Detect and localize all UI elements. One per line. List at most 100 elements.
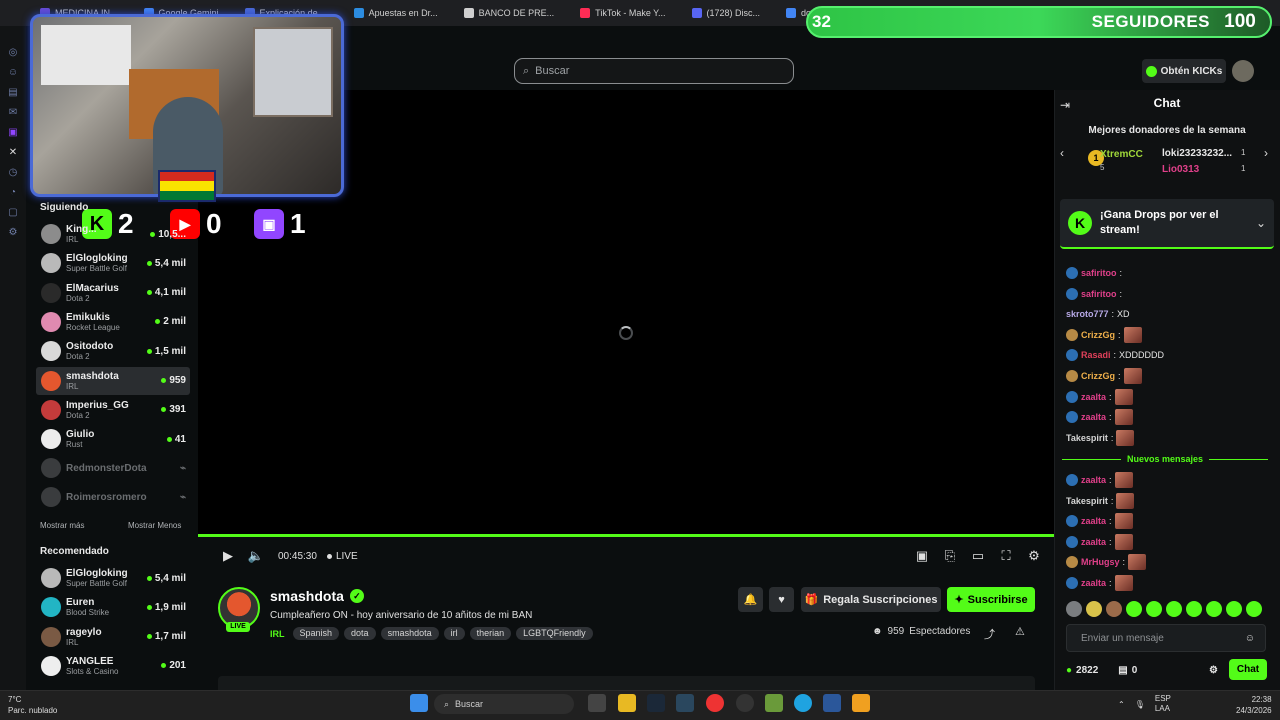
emote-icon[interactable] [1086, 601, 1102, 617]
avatar[interactable] [1232, 60, 1254, 82]
volume-icon[interactable]: 🔈 [242, 548, 270, 564]
chat-username[interactable]: Takespirit [1066, 496, 1108, 506]
settings-icon[interactable]: ⚙ [6, 226, 20, 240]
obs-icon[interactable] [736, 694, 754, 712]
language-indicator[interactable]: ESP LAA [1155, 694, 1171, 714]
game-icon[interactable] [765, 694, 783, 712]
chat-username[interactable]: zaalta [1081, 475, 1106, 485]
follow-heart-button[interactable]: ♥ [769, 587, 794, 612]
sidebar-channel-offline[interactable]: RedmonsterDota ⌁ [36, 454, 190, 482]
chat-message-input[interactable]: Enviar un mensaje ☺ [1066, 624, 1266, 652]
emote-icon[interactable] [1106, 601, 1122, 617]
chat-username[interactable]: zaalta [1081, 516, 1106, 526]
video-progress-bar[interactable] [198, 534, 1054, 537]
taskbar-clock[interactable]: 22:38 24/3/2026 [1236, 694, 1272, 716]
settings-gear-icon[interactable]: ⚙ [1020, 548, 1048, 564]
chat-message[interactable]: zaalta: [1066, 388, 1133, 405]
chat-username[interactable]: safiritoo [1081, 289, 1117, 299]
chat-settings-icon[interactable]: ⚙ [1209, 665, 1218, 676]
sidebar-channel-item[interactable]: King... IRL 10,5... [36, 220, 190, 248]
chat-username[interactable]: CrizzGg [1081, 330, 1115, 340]
show-less-link[interactable]: Mostrar Menos [128, 521, 181, 530]
browser-tab[interactable]: (1728) Disc... [682, 2, 771, 24]
emote-icon[interactable] [1246, 601, 1262, 617]
chevron-down-icon[interactable]: ⌄ [1256, 216, 1266, 230]
emote-icon[interactable] [1186, 601, 1202, 617]
stream-tag[interactable]: Spanish [292, 627, 340, 640]
drops-banner[interactable]: K ¡Gana Drops por ver el stream! ⌄ [1060, 199, 1274, 249]
chat-message[interactable]: skroto777: XD [1066, 306, 1130, 322]
chevron-up-icon[interactable]: ⌃ [1118, 700, 1125, 709]
notifications-bell-button[interactable]: 🔔 [738, 587, 763, 612]
chat-message[interactable]: Takespirit: [1066, 429, 1135, 446]
emote-icon[interactable] [1166, 601, 1182, 617]
chat-username[interactable]: Takespirit [1066, 433, 1108, 443]
chat-username[interactable]: zaalta [1081, 412, 1106, 422]
steam-icon[interactable] [647, 694, 665, 712]
emote-icon[interactable] [1146, 601, 1162, 617]
chat-username[interactable]: zaalta [1081, 392, 1106, 402]
stream-tag[interactable]: therian [469, 627, 512, 640]
search-input[interactable]: ⌕ Buscar [514, 58, 794, 84]
taskbar-search[interactable]: ⌕ Buscar [434, 694, 574, 714]
browser-tab[interactable]: Apuestas en Dr... [344, 2, 448, 24]
chat-username[interactable]: zaalta [1081, 537, 1106, 547]
send-chat-button[interactable]: Chat [1229, 659, 1267, 680]
chat-username[interactable]: MrHugsy [1081, 557, 1120, 567]
chat-username[interactable]: skroto777 [1066, 309, 1109, 319]
windows-start-icon[interactable] [410, 694, 428, 712]
report-icon[interactable]: ⚠ [1015, 625, 1025, 638]
gift-subs-button[interactable]: 🎁 Regala Suscripciones [801, 587, 941, 612]
get-kicks-button[interactable]: Obtén KICKs [1142, 59, 1226, 83]
subscribe-button[interactable]: ✦ Suscribirse [947, 587, 1035, 612]
chevron-right-icon[interactable]: › [1264, 146, 1268, 160]
sidebar-channel-item[interactable]: smashdota IRL 959 [36, 366, 190, 395]
chat-message[interactable]: zaalta: [1066, 472, 1133, 488]
miniplayer-icon[interactable]: ▣ [908, 548, 936, 564]
opera-icon[interactable] [706, 694, 724, 712]
channel-points[interactable]: 2822 [1076, 665, 1098, 676]
stream-tag[interactable]: LGBTQFriendly [516, 627, 593, 640]
sidebar-channel-offline[interactable]: Roimerosromero ⌁ [36, 483, 190, 511]
mail-icon[interactable]: ✉ [6, 106, 20, 120]
browser-tab[interactable]: TikTok - Make Y... [570, 2, 675, 24]
emoji-icon[interactable]: ☺ [1245, 633, 1255, 644]
sidebar-channel-item[interactable]: Ositodoto Dota 2 1,5 mil [36, 337, 190, 365]
chat-message[interactable]: Takespirit: [1066, 492, 1135, 509]
stream-tag[interactable]: dota [344, 627, 376, 640]
sidebar-channel-item[interactable]: rageylo IRL 1,7 mil [36, 623, 190, 651]
chat-message[interactable]: safiritoo: [1066, 286, 1122, 302]
file-explorer-icon[interactable] [618, 694, 636, 712]
emote-icon[interactable] [1066, 601, 1082, 617]
chat-message[interactable]: zaalta: [1066, 575, 1133, 591]
sidebar-channel-item[interactable]: YANGLEE Slots & Casino 201 [36, 652, 190, 680]
x-icon[interactable]: ✕ [6, 146, 20, 160]
emote-icon[interactable] [1206, 601, 1222, 617]
chat-message[interactable]: MrHugsy: [1066, 554, 1147, 571]
sidebar-channel-item[interactable]: ElGlogloking Super Battle Golf 5,4 mil [36, 249, 190, 277]
stream-tag[interactable]: smashdota [380, 627, 439, 640]
word-icon[interactable] [823, 694, 841, 712]
sidebar-channel-item[interactable]: ElMacarius Dota 2 4,1 mil [36, 279, 190, 307]
theater-icon[interactable]: ▭ [964, 548, 992, 564]
chat-message[interactable]: zaalta: [1066, 513, 1133, 530]
twitch-icon[interactable]: ▣ [6, 126, 20, 140]
store-icon[interactable]: ▤ [1118, 665, 1127, 676]
sidebar-channel-item[interactable]: ElGlogloking Super Battle Golf 5,4 mil [36, 564, 190, 592]
task-view-icon[interactable] [588, 694, 606, 712]
chat-username[interactable]: CrizzGg [1081, 371, 1115, 381]
chat-message[interactable]: zaalta: [1066, 409, 1133, 426]
box-icon[interactable]: ▢ [6, 206, 20, 220]
sidebar-channel-item[interactable]: Emikukis Rocket League 2 mil [36, 308, 190, 336]
chat-message[interactable]: CrizzGg: [1066, 368, 1142, 384]
show-more-link[interactable]: Mostrar más [40, 521, 84, 530]
sidebar-channel-item[interactable]: Giulio Rust 41 [36, 425, 190, 453]
chat-username[interactable]: safiritoo [1081, 268, 1117, 278]
edge-icon[interactable] [794, 694, 812, 712]
clip-icon[interactable]: ⎘ [936, 548, 964, 564]
chat-username[interactable]: zaalta [1081, 578, 1106, 588]
people-icon[interactable]: ☺ [6, 66, 20, 80]
emote-icon[interactable] [1126, 601, 1142, 617]
browser-tab[interactable]: BANCO DE PRE... [454, 2, 565, 24]
chat-message[interactable]: safiritoo: [1066, 265, 1122, 281]
